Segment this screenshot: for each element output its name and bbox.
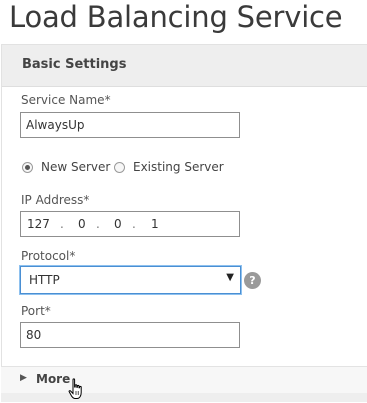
- port-label: Port*: [21, 304, 51, 318]
- ip-octet-3[interactable]: 0: [114, 217, 122, 231]
- panel-bottom-edge: [1, 393, 367, 402]
- ip-octet-2[interactable]: 0: [78, 217, 86, 231]
- more-section-toggle[interactable]: ▶ More: [1, 366, 367, 393]
- service-name-input[interactable]: AlwaysUp: [20, 112, 240, 138]
- caret-right-icon: ▶: [20, 373, 27, 383]
- hand-pointer-icon: [68, 378, 82, 399]
- panel-header[interactable]: Basic Settings: [2, 45, 367, 87]
- chevron-down-icon[interactable]: ▼: [226, 272, 234, 283]
- existing-server-radio[interactable]: [114, 162, 125, 173]
- ip-separator: .: [60, 217, 64, 231]
- protocol-selected-value: HTTP: [29, 273, 60, 287]
- panel-title: Basic Settings: [22, 57, 127, 72]
- existing-server-label[interactable]: Existing Server: [133, 160, 224, 174]
- ip-octet-1[interactable]: 127: [27, 217, 50, 231]
- ip-octet-4[interactable]: 1: [151, 217, 159, 231]
- protocol-label: Protocol*: [21, 249, 76, 263]
- service-name-label: Service Name*: [21, 93, 111, 107]
- new-server-label[interactable]: New Server: [41, 160, 110, 174]
- ip-address-label: IP Address*: [21, 193, 90, 207]
- page-title: Load Balancing Service: [9, 0, 343, 34]
- ip-separator: .: [96, 217, 100, 231]
- help-circle-icon[interactable]: ?: [244, 272, 261, 289]
- port-input[interactable]: 80: [20, 322, 240, 348]
- ip-address-input[interactable]: 127 . 0 . 0 . 1: [20, 211, 240, 237]
- new-server-radio[interactable]: [22, 162, 33, 173]
- protocol-select[interactable]: HTTP ▼: [20, 266, 241, 294]
- ip-separator: .: [132, 217, 136, 231]
- more-label[interactable]: More: [36, 372, 70, 386]
